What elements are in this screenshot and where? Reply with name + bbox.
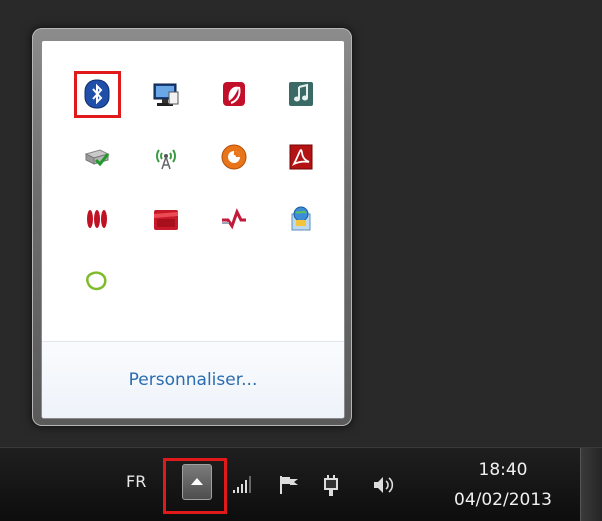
language-indicator[interactable]: FR [126, 472, 146, 491]
customize-link[interactable]: Personnaliser... [42, 370, 344, 390]
action-center-flag-icon[interactable] [278, 474, 300, 500]
taskbar: FR 18:40 04/02/2013 [0, 447, 602, 521]
wireless-icon[interactable] [143, 134, 189, 180]
customize-area: Personnaliser... [42, 341, 344, 418]
red-app-icon[interactable] [211, 71, 257, 117]
clock-date[interactable]: 04/02/2013 [437, 490, 569, 510]
red-folder-icon[interactable] [143, 196, 189, 242]
clock-time[interactable]: 18:40 [468, 460, 538, 480]
acrobat-icon[interactable] [278, 134, 324, 180]
red-bars-icon[interactable] [74, 196, 120, 242]
tray-overflow-popup: Personnaliser... [32, 28, 352, 426]
show-desktop-button[interactable] [580, 448, 602, 521]
red-chart-icon[interactable] [211, 196, 257, 242]
bluetooth-highlight [74, 71, 121, 118]
volume-icon[interactable] [372, 474, 398, 500]
show-hidden-icons-highlight [163, 458, 227, 514]
tray-overflow-panel: Personnaliser... [41, 40, 345, 419]
network-globe-icon[interactable] [278, 196, 324, 242]
music-icon[interactable] [278, 71, 324, 117]
power-plug-icon[interactable] [320, 474, 342, 502]
green-blob-icon[interactable] [74, 258, 120, 304]
orange-circle-icon[interactable] [211, 134, 257, 180]
display-settings-icon[interactable] [143, 71, 189, 117]
tray-icon-grid [42, 41, 344, 341]
network-signal-icon[interactable] [232, 474, 254, 498]
device-ok-icon[interactable] [74, 134, 120, 180]
